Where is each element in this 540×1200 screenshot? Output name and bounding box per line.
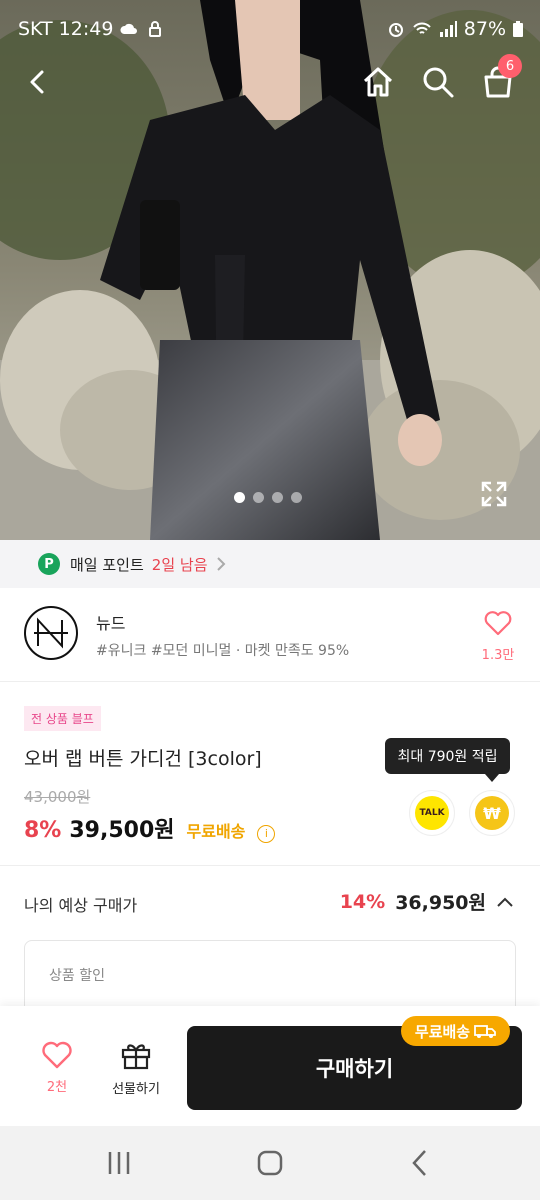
gallery-dot-active[interactable]: [234, 492, 245, 503]
like-button[interactable]: 2천: [34, 1040, 80, 1095]
brand-like-count: 1.3만: [481, 648, 515, 663]
clock-label: 12:49: [58, 18, 114, 40]
brand-logo[interactable]: [24, 606, 78, 660]
back-arrow-icon: [30, 70, 44, 94]
home-nav-icon[interactable]: [255, 1148, 285, 1178]
search-button[interactable]: [416, 60, 460, 104]
kakao-talk-button[interactable]: TALK: [409, 790, 455, 836]
truck-icon: [474, 1025, 496, 1038]
gallery-pagination: [234, 492, 302, 503]
home-icon: [363, 67, 393, 97]
free-shipping-pill: 무료배송: [401, 1016, 510, 1046]
carrier-label: SKT: [18, 18, 53, 40]
free-shipping-label: 무료배송: [186, 822, 246, 841]
gallery-dot[interactable]: [253, 492, 264, 503]
chevron-right-icon: [216, 557, 225, 571]
like-count: 2천: [46, 1080, 68, 1095]
system-navigation-bar: [0, 1126, 540, 1200]
product-discount-label: 상품 할인: [49, 968, 105, 984]
free-shipping-pill-label: 무료배송: [414, 1022, 471, 1041]
signal-icon: [439, 21, 457, 37]
sale-price: 39,500원: [69, 818, 175, 843]
wifi-icon: [413, 22, 431, 34]
price-row: 8% 39,500원 무료배송 i: [24, 812, 276, 844]
heart-outline-icon: [42, 1041, 72, 1069]
battery-icon: [513, 21, 523, 37]
gift-label: 선물하기: [112, 1082, 160, 1097]
battery-percent: 87%: [463, 18, 506, 40]
product-title: 오버 랩 버튼 가디건 [3color]: [24, 748, 262, 770]
recent-apps-icon[interactable]: [104, 1148, 134, 1178]
gallery-dot[interactable]: [272, 492, 283, 503]
points-days-left: 2일 남음: [151, 555, 208, 574]
top-navigation: 6: [0, 54, 540, 108]
brand-section: 뉴드 #유니크 #모던 미니멀 · 마켓 만족도 95% 1.3만: [0, 588, 540, 682]
talk-icon: TALK: [415, 796, 449, 830]
sale-tag: 전 상품 블프: [24, 706, 101, 731]
info-icon[interactable]: i: [257, 825, 276, 843]
points-p-icon: P: [38, 553, 60, 575]
gallery-dot[interactable]: [291, 492, 302, 503]
status-bar: SKT 12:49 87%: [0, 0, 540, 60]
gift-icon: [121, 1044, 151, 1070]
points-label: 매일 포인트: [70, 555, 144, 574]
back-nav-icon[interactable]: [406, 1148, 436, 1178]
expected-discount-percent: 14%: [339, 890, 386, 913]
won-coin-icon: ₩: [475, 796, 509, 830]
product-page: SKT 12:49 87% 6 P 매일 포인트 2일 남음 뉴드 #유니크 #…: [0, 0, 540, 1200]
search-icon: [423, 67, 454, 98]
original-price: 43,000원: [24, 788, 91, 806]
bottom-action-bar: 2천 선물하기 구매하기 무료배송: [0, 1006, 540, 1126]
expected-price-row[interactable]: 나의 예상 구매가 14% 36,950원: [0, 866, 540, 940]
discount-rate: 8%: [24, 818, 62, 843]
brand-like-button[interactable]: 1.3만: [480, 610, 516, 663]
lock-icon: [149, 21, 162, 37]
product-info: 전 상품 블프 오버 랩 버튼 가디건 [3color] 43,000원 8% …: [0, 682, 540, 866]
alarm-icon: [388, 23, 403, 37]
gift-button[interactable]: 선물하기: [104, 1040, 168, 1097]
brand-logo-mark: [34, 617, 68, 649]
chevron-up-icon[interactable]: [496, 896, 514, 908]
back-button[interactable]: [16, 60, 60, 104]
brand-tags: #유니크 #모던 미니멀 · 마켓 만족도 95%: [96, 643, 350, 659]
heart-icon: [484, 611, 512, 636]
expected-price-label: 나의 예상 구매가: [24, 896, 138, 915]
brand-name[interactable]: 뉴드: [96, 610, 125, 634]
cart-count-badge: 6: [498, 54, 522, 78]
points-reward-button[interactable]: ₩: [469, 790, 515, 836]
home-button[interactable]: [356, 60, 400, 104]
points-tooltip: 최대 790원 적립: [385, 738, 510, 782]
daily-points-banner[interactable]: P 매일 포인트 2일 남음: [0, 540, 540, 588]
cart-button[interactable]: 6: [476, 54, 522, 104]
product-photo[interactable]: SKT 12:49 87% 6: [0, 0, 540, 540]
fullscreen-icon[interactable]: [480, 480, 508, 508]
cloud-icon: [120, 23, 138, 34]
expected-price: 36,950원: [395, 892, 486, 914]
